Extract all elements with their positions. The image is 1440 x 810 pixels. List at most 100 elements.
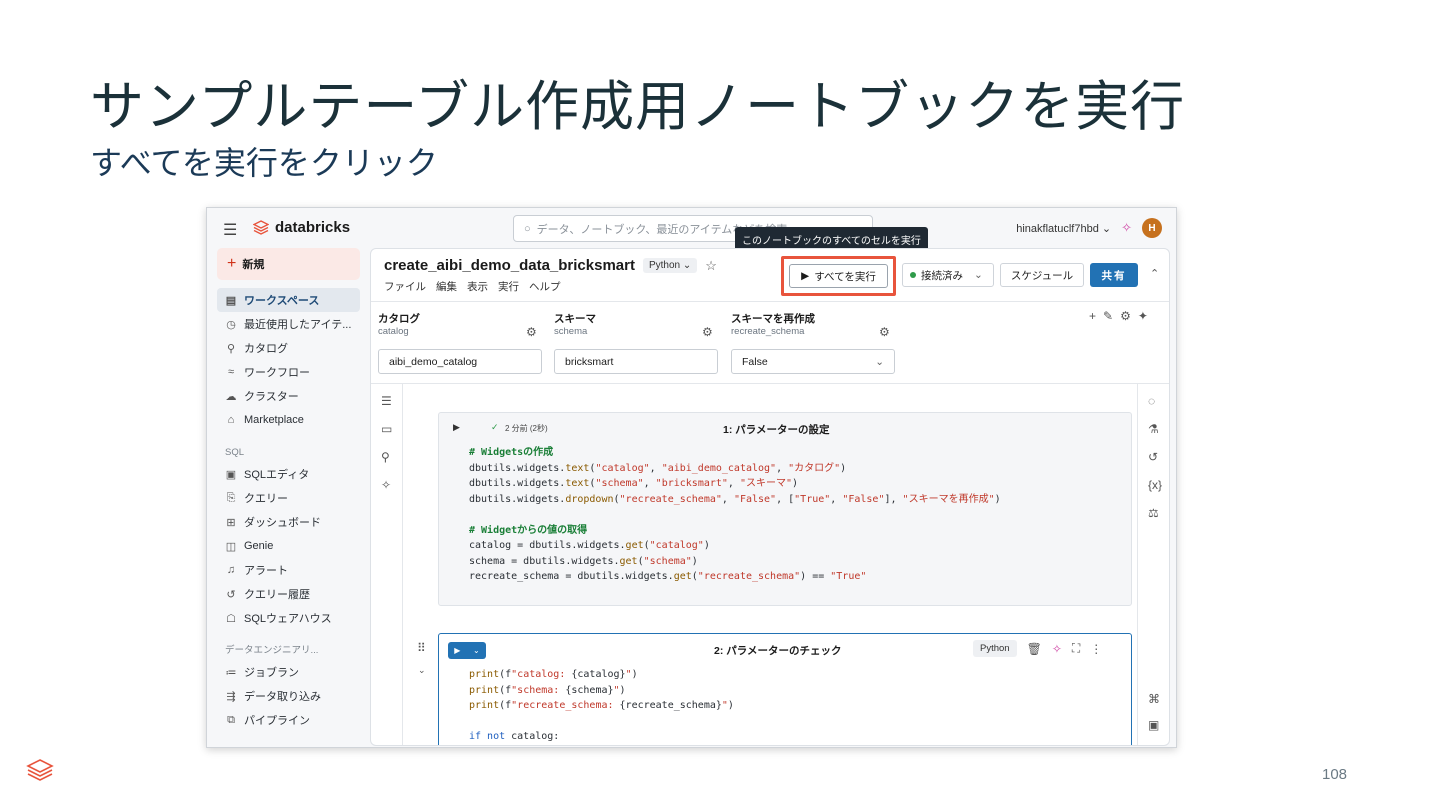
nav-list: ▤ ワークスペース ◷ 最近使用したアイテ... ⚲ カタログ ≈ ワークフロー ☁ クラ… [217, 288, 360, 732]
widget-sublabel: recreate_schema [731, 326, 805, 337]
new-label: 新規 [242, 259, 265, 271]
cell-title[interactable]: 1: パラメーターの設定 [723, 422, 829, 437]
code-block[interactable]: print(f"catalog: {catalog}") print(f"sch… [469, 667, 734, 745]
menu-help[interactable]: ヘルプ [529, 279, 561, 294]
add-icon[interactable]: + [1089, 309, 1096, 323]
sidebar-item-dashboards[interactable]: ⊞ ダッシュボード [217, 510, 360, 534]
more-icon[interactable]: ⋮ [1090, 642, 1102, 656]
top-bar: ☰ databricks ○ データ、ノートブック、最近のアイテムなどを検索..… [207, 208, 1176, 252]
pipeline-icon: ⧉ [227, 713, 235, 726]
sidebar-item-recents[interactable]: ◷ 最近使用したアイテ... [217, 312, 360, 336]
sidebar-item-sql-warehouses[interactable]: ☖ SQLウェアハウス [217, 606, 360, 630]
menu-view[interactable]: 表示 [467, 279, 488, 294]
recreate-schema-dropdown[interactable]: False ⌄ [731, 349, 895, 374]
assistant-sparkle-icon[interactable]: ✧ [1121, 220, 1132, 236]
sidebar-section-data-engineering: データエンジニアリ... [225, 645, 319, 656]
gear-icon[interactable]: ⚙ [526, 325, 537, 339]
clock-icon: ◷ [226, 318, 236, 331]
databricks-screenshot: ☰ databricks ○ データ、ノートブック、最近のアイテムなどを検索..… [206, 207, 1177, 748]
expand-icon[interactable]: ⛶ [1072, 641, 1080, 656]
star-icon[interactable]: ☆ [705, 258, 717, 274]
run-cell-split-button[interactable]: ▶ ⌄ [448, 642, 486, 659]
settings-icon[interactable]: ⚙ [1120, 309, 1131, 323]
connected-label: 接続済み [921, 269, 963, 282]
menu-icon[interactable]: ☰ [223, 220, 237, 240]
menu-run[interactable]: 実行 [498, 279, 519, 294]
pin-icon[interactable]: ✦ [1138, 309, 1148, 323]
drag-handle-icon[interactable]: ⠿ [417, 641, 426, 655]
assistant-icon[interactable]: ✧ [381, 478, 391, 492]
environment-icon[interactable]: ⚖ [1148, 506, 1159, 520]
comment-icon[interactable]: ◌ [1148, 394, 1155, 408]
widget-sublabel: schema [554, 326, 588, 337]
databricks-brand-icon [253, 219, 269, 235]
chevron-up-icon[interactable]: ⌃ [1150, 267, 1159, 280]
gear-icon[interactable]: ⚙ [702, 325, 713, 339]
brand[interactable]: databricks [253, 219, 350, 236]
terminal-icon[interactable]: ▣ [1148, 718, 1159, 732]
widget-catalog: カタログ catalog ⚙ aibi_demo_catalog [378, 311, 542, 374]
sidebar-item-job-runs[interactable]: ≔ ジョブラン [217, 660, 360, 684]
assistant-sparkle-icon[interactable]: ✧ [1052, 642, 1062, 656]
right-rail: ◌ ⚗ ↺ {x} ⚖ ⌘ ▣ [1137, 384, 1169, 745]
language-selector[interactable]: Python ⌄ [642, 258, 698, 273]
toc-icon[interactable]: ☰ [381, 394, 392, 408]
gear-icon[interactable]: ⚙ [879, 325, 890, 339]
run-all-label: すべてを実行 [814, 270, 876, 283]
notebook-name[interactable]: create_aibi_demo_data_bricksmart [384, 257, 635, 274]
status-dot-icon [910, 272, 916, 278]
trash-icon[interactable]: 🗑 [1027, 642, 1042, 656]
run-all-highlight: ▶ すべてを実行 [781, 256, 896, 296]
sidebar-item-query-history[interactable]: ↺ クエリー履歴 [217, 582, 360, 606]
sidebar: + 新規 ▤ ワークスペース ◷ 最近使用したアイテ... ⚲ カタログ ≈ ワークフロ… [207, 248, 367, 747]
shortcuts-icon[interactable]: ⌘ [1148, 692, 1160, 706]
new-button[interactable]: + 新規 [217, 248, 360, 280]
catalog-icon[interactable]: ⚲ [381, 450, 390, 464]
warehouse-icon: ☖ [226, 612, 236, 625]
code-cell-1[interactable]: ▶ ✓ 2 分前 (2秒) 1: パラメーターの設定 # Widgetsの作成 … [438, 412, 1132, 606]
sidebar-item-catalog[interactable]: ⚲ カタログ [217, 336, 360, 360]
sidebar-item-alerts[interactable]: ♫ アラート [217, 558, 360, 582]
sidebar-item-data-ingestion[interactable]: ⇶ データ取り込み [217, 684, 360, 708]
sidebar-item-clusters[interactable]: ☁ クラスター [217, 384, 360, 408]
code-block[interactable]: # Widgetsの作成 dbutils.widgets.text("catal… [469, 445, 1001, 585]
cell-language[interactable]: Python [973, 640, 1017, 657]
dashboard-icon: ⊞ [226, 516, 236, 529]
cell-title[interactable]: 2: パラメーターのチェック [714, 643, 841, 658]
sidebar-item-workspace[interactable]: ▤ ワークスペース [217, 288, 360, 312]
pencil-icon[interactable]: ✎ [1103, 309, 1113, 323]
sidebar-item-sql-editor[interactable]: ▣ SQLエディタ [217, 462, 360, 486]
history-icon[interactable]: ↺ [1148, 450, 1158, 464]
widget-schema: スキーマ schema ⚙ bricksmart [554, 311, 718, 374]
folder-icon[interactable]: ▭ [381, 422, 392, 436]
databricks-logo-icon [26, 759, 54, 781]
menu-file[interactable]: ファイル [384, 279, 426, 294]
compute-connected-button[interactable]: 接続済み ⌄ [902, 263, 994, 287]
schema-field[interactable]: bricksmart [554, 349, 718, 374]
sidebar-item-genie[interactable]: ◫ Genie [217, 534, 360, 558]
sidebar-item-marketplace[interactable]: ⌂ Marketplace [217, 408, 360, 432]
share-button[interactable]: 共有 [1090, 263, 1138, 287]
catalog-field[interactable]: aibi_demo_catalog [378, 349, 542, 374]
schedule-button[interactable]: スケジュール [1000, 263, 1084, 287]
widget-divider [371, 383, 1169, 384]
variables-icon[interactable]: {x} [1148, 478, 1162, 492]
plus-icon: + [227, 255, 237, 272]
sidebar-item-queries[interactable]: ⎘ クエリー [217, 486, 360, 510]
brand-name: databricks [275, 219, 351, 236]
code-cell-2[interactable]: ▶ ⌄ 2: パラメーターのチェック Python 🗑 ✧ ⛶ ⋮ print(… [438, 633, 1132, 745]
menu-edit[interactable]: 編集 [436, 279, 457, 294]
widget-recreate-schema: スキーマを再作成 recreate_schema ⚙ False ⌄ [731, 311, 895, 374]
cell-status: 2 分前 (2秒) [505, 424, 548, 433]
chevron-down-icon: ⌄ [974, 269, 983, 281]
workspace-switcher[interactable]: hinakflatuclf7hbd ⌄ [1016, 222, 1111, 235]
page-number: 108 [1322, 766, 1348, 783]
sidebar-item-pipelines[interactable]: ⧉ パイプライン [217, 708, 360, 732]
collapse-chevron-icon[interactable]: ⌄ [418, 665, 426, 676]
avatar[interactable]: H [1142, 218, 1162, 238]
run-all-button[interactable]: ▶ すべてを実行 [789, 264, 888, 288]
store-icon: ⌂ [227, 414, 235, 426]
run-cell-icon[interactable]: ▶ [453, 422, 460, 433]
sidebar-item-workflows[interactable]: ≈ ワークフロー [217, 360, 360, 384]
experiment-icon[interactable]: ⚗ [1148, 422, 1159, 436]
